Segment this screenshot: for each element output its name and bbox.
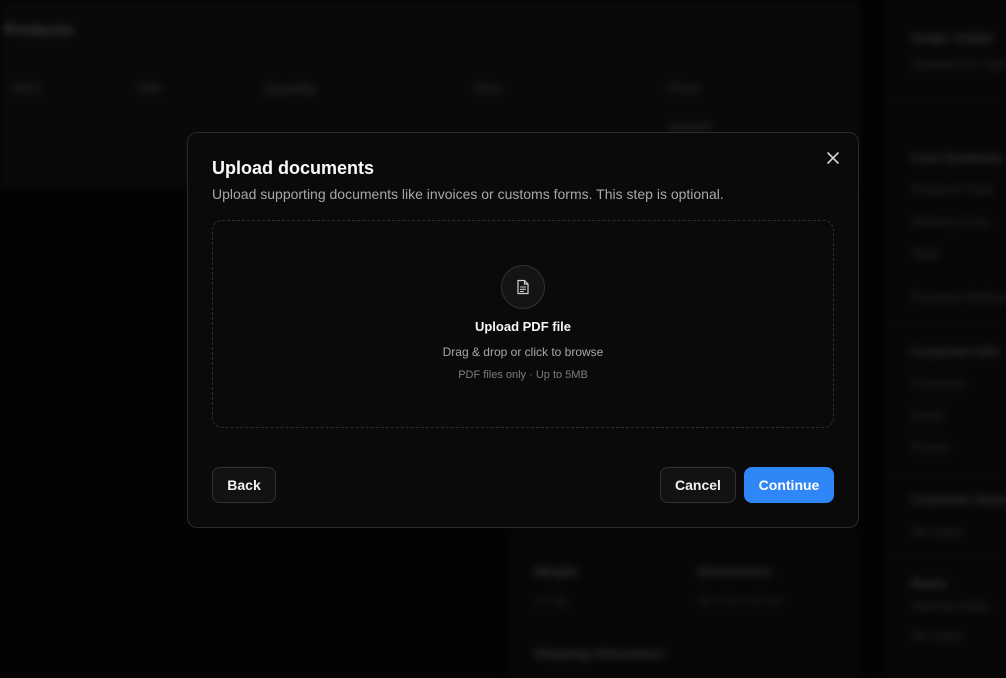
- dropzone-title: Upload PDF file: [474, 319, 572, 334]
- dropzone-subtitle: Drag & drop or click to browse: [442, 345, 604, 359]
- pdf-dropzone[interactable]: Upload PDF file Drag & drop or click to …: [212, 220, 834, 428]
- document-icon-glyph: [517, 279, 529, 295]
- cancel-button[interactable]: Cancel: [660, 467, 736, 503]
- dialog-title: Upload documents: [212, 158, 375, 178]
- dropzone-hint: PDF files only · Up to 5MB: [458, 369, 588, 381]
- close-icon-glyph: [827, 152, 839, 164]
- back-button[interactable]: Back: [212, 467, 276, 503]
- upload-documents-dialog: Upload documents Upload supporting docum…: [187, 132, 859, 528]
- close-icon[interactable]: [822, 147, 844, 169]
- app-page: Products SKU Title Quantity Size Price O…: [0, 0, 1006, 678]
- dialog-description: Upload supporting documents like invoice…: [212, 186, 724, 202]
- continue-button[interactable]: Continue: [744, 467, 834, 503]
- document-icon: [501, 265, 545, 309]
